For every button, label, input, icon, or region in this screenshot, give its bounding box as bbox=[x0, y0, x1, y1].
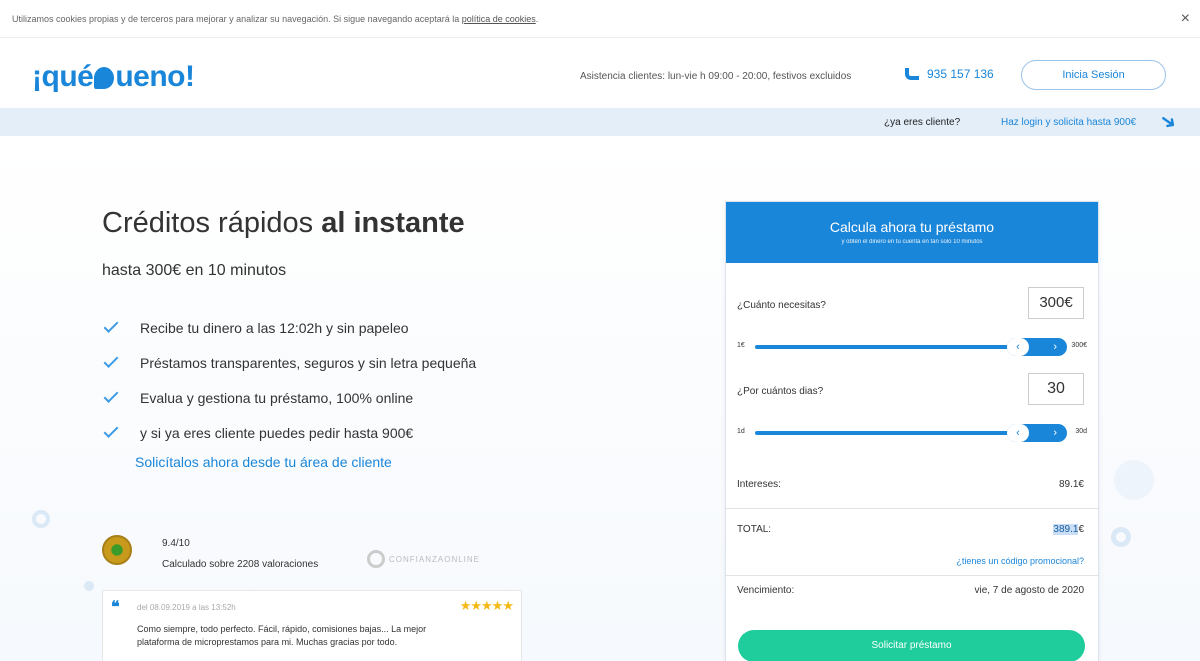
phone-number: 935 157 136 bbox=[927, 67, 994, 81]
check-icon bbox=[103, 423, 119, 438]
logo[interactable]: ¡qué ueno! bbox=[32, 60, 195, 94]
cookie-text: Utilizamos cookies propias y de terceros… bbox=[12, 14, 538, 24]
check-icon bbox=[103, 388, 119, 403]
phone-icon bbox=[905, 68, 919, 80]
chevron-right-icon: › bbox=[1053, 341, 1057, 353]
amount-min: 1€ bbox=[737, 342, 745, 349]
request-loan-button[interactable]: Solicitar préstamo bbox=[738, 630, 1085, 661]
calculator-title: Calcula ahora tu préstamo bbox=[829, 219, 995, 235]
client-login-link[interactable]: Haz login y solicita hasta 900€ bbox=[1001, 117, 1136, 128]
amount-slider-handle[interactable]: ‹ › bbox=[1007, 338, 1067, 356]
decorative-circle bbox=[1114, 460, 1154, 500]
close-icon[interactable]: × bbox=[1181, 10, 1190, 28]
chevron-left-icon: ‹ bbox=[1007, 338, 1029, 356]
confianza-icon bbox=[367, 550, 385, 568]
client-question: ¿ya eres cliente? bbox=[884, 117, 961, 128]
days-label: ¿Por cuántos dias? bbox=[737, 386, 824, 397]
feature-text: Evalua y gestiona tu préstamo, 100% onli… bbox=[140, 389, 414, 406]
check-icon bbox=[103, 353, 119, 368]
logo-text-pre: ¡qué bbox=[32, 60, 94, 93]
chevron-left-icon: ‹ bbox=[1007, 424, 1029, 442]
client-area-link[interactable]: Solicítalos ahora desde tu área de clien… bbox=[135, 454, 392, 470]
amount-max: 300€ bbox=[1071, 342, 1087, 349]
confianza-text: CONFIANZAONLINE bbox=[389, 555, 481, 564]
review-date: del 08.09.2019 a las 13:52h bbox=[137, 603, 236, 612]
loan-calculator: Calcula ahora tu préstamo y obtén el din… bbox=[725, 201, 1099, 661]
page-subtitle: hasta 300€ en 10 minutos bbox=[102, 262, 287, 279]
calculator-subtitle: y obtén el dinero en tu cuenta en tan so… bbox=[841, 239, 983, 245]
feature-item: y si ya eres cliente puedes pedir hasta … bbox=[103, 415, 476, 450]
site-header: ¡qué ueno! Asistencia clientes: lun-vie h… bbox=[0, 38, 1200, 108]
interest-label: Intereses: bbox=[737, 479, 781, 490]
amount-label: ¿Cuánto necesitas? bbox=[737, 300, 826, 311]
amount-slider[interactable]: 1€ ‹ › 300€ bbox=[737, 338, 1087, 356]
days-slider-handle[interactable]: ‹ › bbox=[1007, 424, 1067, 442]
title-light: Créditos rápidos bbox=[102, 207, 322, 239]
total-label: TOTAL: bbox=[737, 524, 772, 535]
amount-input[interactable]: 300€ bbox=[1028, 287, 1084, 319]
feature-text: Recibe tu dinero a las 12:02h y sin pape… bbox=[140, 319, 409, 336]
due-label: Vencimiento: bbox=[737, 585, 795, 596]
review-text: Como siempre, todo perfecto. Fácil, rápi… bbox=[137, 624, 427, 647]
feature-list: Recibe tu dinero a las 12:02h y sin pape… bbox=[103, 310, 477, 450]
title-bold: al instante bbox=[321, 207, 465, 239]
review-card: ❝ del 08.09.2019 a las 13:52h ★★★★★ Como… bbox=[102, 590, 522, 661]
feature-text: Préstamos transparentes, seguros y sin l… bbox=[140, 354, 477, 371]
page-title: Créditos rápidos al instante bbox=[102, 207, 465, 240]
cookie-message: Utilizamos cookies propias y de terceros… bbox=[12, 14, 462, 24]
quote-icon: ❝ bbox=[111, 599, 120, 616]
decorative-ring bbox=[1111, 527, 1131, 547]
feature-item: Préstamos transparentes, seguros y sin l… bbox=[103, 345, 477, 380]
star-rating: ★★★★★ bbox=[459, 598, 514, 613]
decorative-dot bbox=[84, 581, 94, 591]
rating-count: Calculado sobre 2208 valoraciones bbox=[162, 559, 319, 570]
days-min: 1d bbox=[737, 428, 745, 435]
phone-link[interactable]: 935 157 136 bbox=[905, 67, 994, 81]
check-icon bbox=[103, 318, 119, 333]
chevron-right-icon: › bbox=[1053, 427, 1057, 439]
divider bbox=[726, 508, 1098, 509]
promo-code-link[interactable]: ¿tienes un código promocional? bbox=[956, 556, 1084, 566]
login-button[interactable]: Inicia Sesión bbox=[1021, 60, 1166, 90]
arrow-up-icon: ➜ bbox=[1154, 108, 1182, 136]
rating-score: 9.4/10 bbox=[162, 538, 190, 549]
assistance-hours: Asistencia clientes: lun-vie h 09:00 - 2… bbox=[580, 71, 852, 82]
client-bar: ¿ya eres cliente? Haz login y solicita h… bbox=[0, 108, 1200, 136]
total-currency: € bbox=[1078, 524, 1084, 535]
days-max: 30d bbox=[1075, 428, 1087, 435]
total-amount: 389.1 bbox=[1053, 524, 1079, 535]
total-value: 389.1€ bbox=[1053, 524, 1084, 535]
logo-drop-icon bbox=[94, 67, 115, 89]
days-slider[interactable]: 1d ‹ › 30d bbox=[737, 424, 1087, 442]
logo-text-post: ueno! bbox=[115, 60, 195, 93]
award-medal-icon bbox=[102, 535, 132, 565]
interest-value: 89.1€ bbox=[1058, 479, 1084, 490]
cookie-suffix: . bbox=[535, 14, 539, 24]
days-input[interactable]: 30 bbox=[1028, 373, 1084, 405]
feature-item: Recibe tu dinero a las 12:02h y sin pape… bbox=[103, 310, 476, 345]
feature-text: y si ya eres cliente puedes pedir hasta … bbox=[140, 424, 414, 441]
due-value: vie, 7 de agosto de 2020 bbox=[974, 585, 1084, 596]
cookie-bar: Utilizamos cookies propias y de terceros… bbox=[0, 0, 1200, 38]
divider bbox=[726, 575, 1098, 576]
decorative-ring bbox=[32, 510, 50, 528]
confianza-online-logo[interactable]: CONFIANZAONLINE bbox=[367, 550, 480, 568]
calculator-header: Calcula ahora tu préstamo y obtén el din… bbox=[726, 202, 1098, 263]
feature-item: Evalua y gestiona tu préstamo, 100% onli… bbox=[103, 380, 476, 415]
cookie-policy-link[interactable]: política de cookies bbox=[462, 14, 536, 24]
